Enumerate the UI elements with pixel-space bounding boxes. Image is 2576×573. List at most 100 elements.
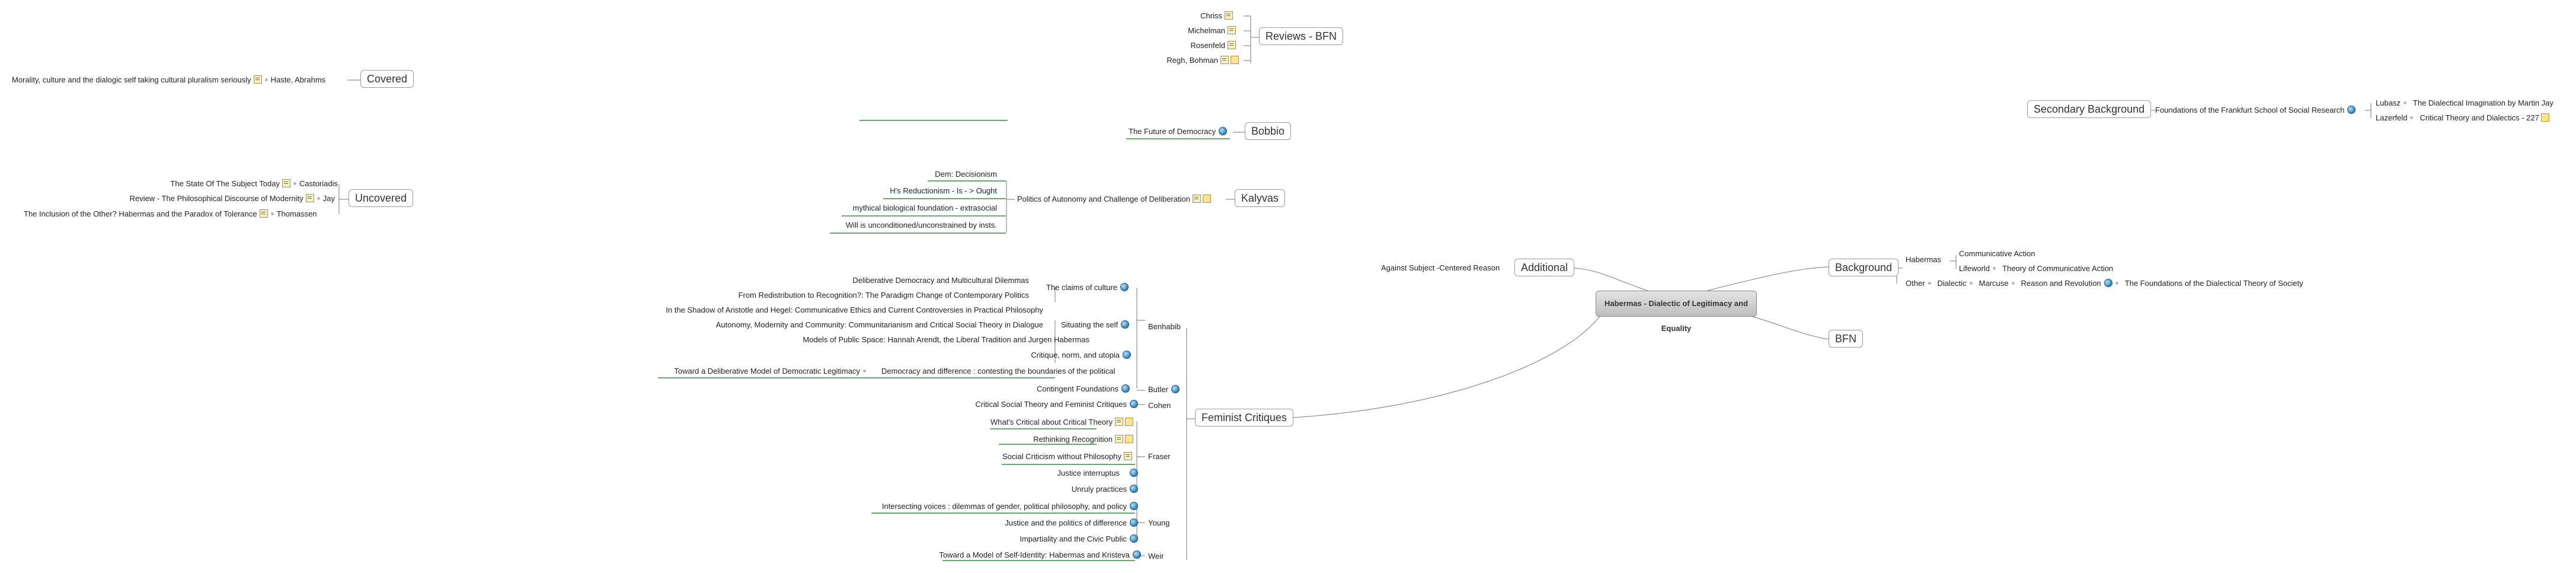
additional-node[interactable]: Additional [1514, 259, 1575, 276]
kalyvas-point[interactable]: Will is unconditioned/unconstrained by i… [830, 221, 997, 230]
kalyvas-node[interactable]: Kalyvas [1235, 189, 1286, 207]
note-icon[interactable] [253, 75, 262, 84]
fraser-work[interactable]: Unruly practices [889, 485, 1138, 494]
situating-the-self[interactable]: Situating the self [1061, 320, 1130, 330]
link-globe-icon[interactable] [1130, 502, 1138, 510]
claims-of-culture[interactable]: The claims of culture [1046, 283, 1129, 292]
reviews-bfn-node[interactable]: Reviews - BFN [1259, 27, 1344, 45]
attachment-icon[interactable] [1231, 56, 1239, 64]
bobbio-work[interactable]: The Future of Democracy [1129, 127, 1228, 136]
fraser-node[interactable]: Fraser [1148, 452, 1171, 461]
difference-sub[interactable]: Toward a Deliberative Model of Democrati… [652, 367, 869, 376]
link-globe-icon[interactable] [1171, 385, 1180, 393]
note-icon[interactable] [282, 179, 290, 187]
attachment-icon[interactable] [2540, 113, 2549, 122]
review-item[interactable]: Rosenfeld [1126, 41, 1236, 50]
work-label: Communicative Action [1959, 249, 2035, 258]
claims-sub[interactable]: Deliberative Democracy and Multicultural… [652, 276, 1029, 285]
kalyvas-point[interactable]: mythical biological foundation - extraso… [830, 203, 997, 213]
additional-work[interactable]: Against Subject -Centered Reason [1381, 263, 1500, 273]
link-globe-icon[interactable] [1130, 534, 1138, 543]
young-node[interactable]: Young [1148, 518, 1169, 528]
link-globe-icon[interactable] [2104, 279, 2112, 287]
cohen-work[interactable]: Critical Social Theory and Feminist Crit… [889, 400, 1138, 409]
work-label: Critique, norm, and utopia [1031, 351, 1120, 359]
note-icon[interactable] [1115, 418, 1123, 426]
work-label: Reason and Revolution [2021, 279, 2101, 288]
democracy-and-difference[interactable]: Democracy and difference : contesting th… [881, 367, 1115, 376]
situating-sub[interactable]: In the Shadow of Aristotle and Hegel: Co… [652, 305, 1043, 315]
link-globe-icon[interactable] [1133, 550, 1141, 559]
secondary-work[interactable]: Foundations of the Frankfurt School of S… [2155, 106, 2356, 115]
weir-work[interactable]: Toward a Model of Self-Identity: Haberma… [830, 550, 1141, 560]
secondary-author[interactable]: Lazerfeld Critical Theory and Dialectics … [2376, 113, 2549, 123]
link-globe-icon[interactable] [1123, 351, 1131, 359]
fraser-work[interactable]: Social Criticism without Philosophy [889, 452, 1132, 461]
young-work[interactable]: Intersecting voices : dilemmas of gender… [830, 502, 1138, 511]
kalyvas-point[interactable]: Dem: Decisionism [830, 170, 997, 179]
kalyvas-point[interactable]: H's Reductionism - Is - > Ought [830, 186, 997, 196]
benhabib-node[interactable]: Benhabib [1148, 322, 1181, 332]
link-globe-icon[interactable] [2347, 106, 2356, 114]
review-item[interactable]: Regh, Bohman [1126, 56, 1239, 65]
link-globe-icon[interactable] [1121, 384, 1130, 393]
uncovered-title: Uncovered [355, 192, 407, 204]
note-icon[interactable] [1228, 41, 1236, 49]
attachment-icon[interactable] [1125, 418, 1133, 426]
work-label: Unruly practices [1071, 485, 1127, 494]
note-icon[interactable] [259, 209, 268, 218]
secondary-author[interactable]: Lubasz The Dialectical Imagination by Mar… [2376, 98, 2553, 108]
kalyvas-work[interactable]: Politics of Autonomy and Challenge of De… [1017, 195, 1211, 204]
fraser-work[interactable]: Rethinking Recognition [889, 435, 1133, 444]
bobbio-node[interactable]: Bobbio [1245, 122, 1292, 140]
attachment-icon[interactable] [1125, 435, 1133, 443]
link-globe-icon[interactable] [1121, 320, 1130, 329]
note-icon[interactable] [1220, 56, 1229, 64]
link-globe-icon[interactable] [1130, 400, 1138, 408]
fraser-work[interactable]: What's Critical about Critical Theory [889, 418, 1133, 427]
background-habermas[interactable]: Habermas [1906, 255, 1941, 265]
link-globe-icon[interactable] [1219, 127, 1228, 135]
uncovered-row[interactable]: The Inclusion of the Other? Habermas and… [24, 209, 317, 219]
cohen-node[interactable]: Cohen [1148, 401, 1171, 410]
person-label: Benhabib [1148, 322, 1181, 331]
butler-work[interactable]: Contingent Foundations [948, 384, 1130, 394]
bobbio-title: Bobbio [1251, 125, 1285, 137]
link-globe-icon[interactable] [1120, 283, 1129, 291]
link-globe-icon[interactable] [1130, 518, 1138, 527]
note-icon[interactable] [1228, 26, 1236, 34]
young-work[interactable]: Justice and the politics of difference [830, 518, 1138, 528]
attachment-icon[interactable] [1202, 195, 1211, 203]
butler-node[interactable]: Butler [1148, 385, 1180, 394]
uncovered-node[interactable]: Uncovered [349, 189, 414, 207]
background-node[interactable]: Background [1829, 259, 1899, 276]
note-icon[interactable] [305, 194, 314, 202]
uncovered-row[interactable]: The State Of The Subject Today Castoriadi… [59, 179, 338, 189]
review-item[interactable]: Chriss [1126, 11, 1233, 21]
feminist-critiques-node[interactable]: Feminist Critiques [1195, 409, 1294, 426]
link-globe-icon[interactable] [1130, 485, 1138, 493]
background-other[interactable]: Other Dialectic Marcuse Reason and Revoluti… [1906, 279, 2303, 288]
note-icon[interactable] [1225, 11, 1233, 20]
work-label: Rethinking Recognition [1033, 435, 1113, 444]
situating-sub[interactable]: Models of Public Space: Hannah Arendt, t… [652, 335, 1089, 345]
fraser-work[interactable]: Justice interruptus [889, 469, 1138, 478]
note-icon[interactable] [1192, 195, 1201, 203]
background-lifeworld[interactable]: Lifeworld Theory of Communicative Action [1959, 264, 2113, 273]
claims-sub[interactable]: From Redistribution to Recognition?: The… [652, 291, 1029, 300]
covered-node[interactable]: Covered [360, 70, 414, 88]
note-icon[interactable] [1115, 435, 1123, 443]
young-work[interactable]: Impartiality and the Civic Public [830, 534, 1138, 544]
link-globe-icon[interactable] [1130, 469, 1138, 477]
note-icon[interactable] [1124, 452, 1132, 460]
covered-work[interactable]: Morality, culture and the dialogic self … [12, 75, 325, 85]
critique-norm-utopia[interactable]: Critique, norm, and utopia [948, 351, 1131, 360]
situating-sub[interactable]: Autonomy, Modernity and Community: Commu… [652, 320, 1043, 330]
background-comm-action[interactable]: Communicative Action [1959, 249, 2035, 259]
weir-node[interactable]: Weir [1148, 552, 1164, 561]
root-topic[interactable]: Habermas - Dialectic of Legitimacy and E… [1596, 291, 1757, 333]
uncovered-row[interactable]: Review - The Philosophical Discourse of … [59, 194, 335, 203]
secondary-background-node[interactable]: Secondary Background [2027, 100, 2152, 118]
review-item[interactable]: Michelman [1126, 26, 1236, 36]
bfn-node[interactable]: BFN [1829, 330, 1863, 348]
